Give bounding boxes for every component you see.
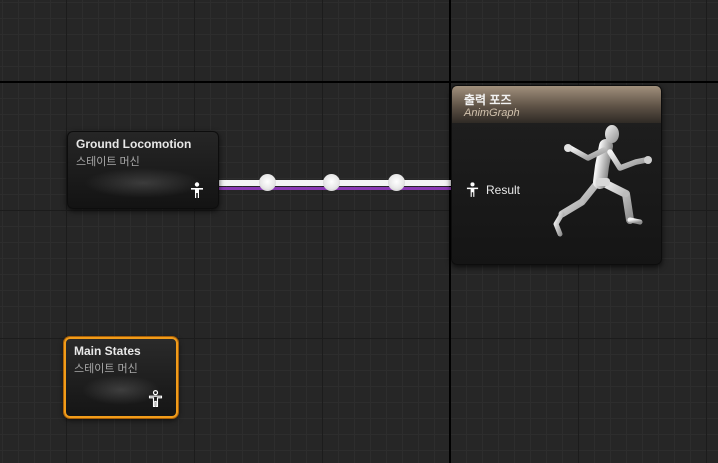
reroute-knot[interactable]	[323, 174, 340, 191]
node-preview-glow	[84, 168, 202, 198]
graph-axis-horizontal	[0, 81, 718, 83]
reroute-knot[interactable]	[388, 174, 405, 191]
node-subtitle: 스테이트 머신	[76, 156, 140, 168]
pose-pin-icon[interactable]	[148, 390, 163, 407]
node-subtitle: 스테이트 머신	[74, 363, 138, 375]
output-pose-node[interactable]: 출력 포즈 AnimGraph Result	[451, 85, 662, 265]
mannequin-run-icon	[553, 125, 652, 237]
result-pose-pin-icon[interactable]	[466, 182, 479, 197]
state-machine-node-main-states[interactable]: Main States 스테이트 머신	[64, 337, 178, 418]
node-title: Main States	[74, 344, 141, 358]
reroute-knot[interactable]	[259, 174, 276, 191]
node-title: 출력 포즈	[464, 93, 512, 107]
node-subtitle: AnimGraph	[464, 107, 520, 119]
state-machine-node-ground-locomotion[interactable]: Ground Locomotion 스테이트 머신	[67, 131, 219, 209]
pose-pin-icon[interactable]	[190, 182, 204, 198]
node-title: Ground Locomotion	[76, 137, 192, 151]
result-pin-label: Result	[486, 183, 521, 197]
